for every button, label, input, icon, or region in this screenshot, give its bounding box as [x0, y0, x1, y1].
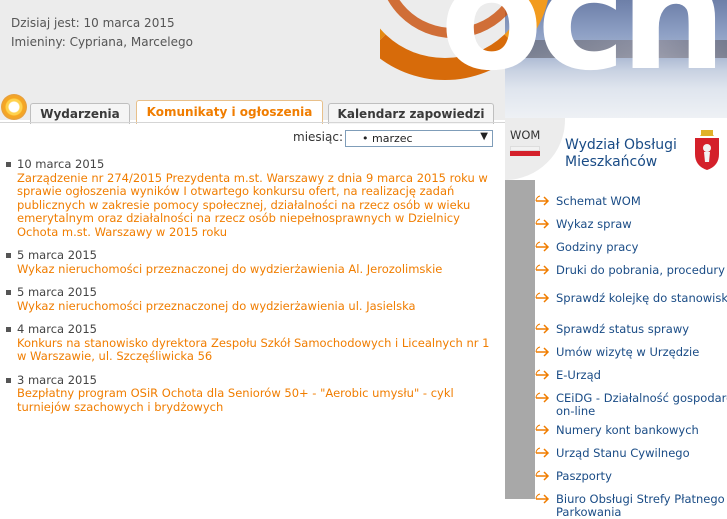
- banner-logo-text: och: [440, 0, 727, 104]
- sidebar-menu-item[interactable]: Sprawdź kolejkę do stanowisk: [535, 292, 727, 305]
- sidebar-menu-label: Numery kont bankowych: [556, 423, 699, 437]
- sidebar-menu-item[interactable]: Godziny pracy: [535, 241, 727, 254]
- sidebar-menu-label: Sprawdź status sprawy: [556, 322, 690, 336]
- sidebar-menu-item[interactable]: Paszporty: [535, 470, 727, 483]
- sidebar-menu-item[interactable]: Numery kont bankowych: [535, 424, 727, 437]
- news-list: 10 marca 2015 Zarządzenie nr 274/2015 Pr…: [5, 157, 497, 424]
- arrow-right-icon: [535, 195, 550, 206]
- news-link[interactable]: Wykaz nieruchomości przeznaczonej do wyd…: [17, 262, 497, 277]
- tab-label: Wydarzenia: [40, 107, 120, 121]
- sidebar-menu-item[interactable]: CEiDG - Działalność gospodarcza on-line: [535, 392, 727, 418]
- arrow-right-icon: [535, 369, 550, 380]
- news-date: 4 marca 2015: [17, 322, 97, 336]
- sidebar-menu-item[interactable]: Urząd Stanu Cywilnego: [535, 447, 727, 460]
- news-item: 5 marca 2015 Wykaz nieruchomości przezna…: [5, 248, 497, 277]
- sidebar-menu-label: Biuro Obsługi Strefy Płatnego Parkowania: [556, 492, 725, 519]
- name-day: Imieniny: Cypriana, Marcelego: [11, 35, 193, 49]
- news-link[interactable]: Konkurs na stanowisko dyrektora Zespołu …: [17, 336, 497, 364]
- news-item: 5 marca 2015 Wykaz nieruchomości przezna…: [5, 285, 497, 314]
- arrow-right-icon: [535, 241, 550, 252]
- arrow-right-icon: [535, 470, 550, 481]
- arrow-right-icon: [535, 493, 550, 504]
- sidebar-menu-label: Umów wizytę w Urzędzie: [556, 345, 700, 359]
- bullet-icon: [6, 377, 11, 383]
- sidebar-title-line1: Wydział Obsługi: [565, 137, 677, 153]
- tab-label: Kalendarz zapowiedzi: [337, 107, 485, 121]
- today-date: Dzisiaj jest: 10 marca 2015: [11, 16, 175, 30]
- tab-wydarzenia[interactable]: Wydarzenia: [30, 103, 130, 124]
- bullet-icon: [6, 162, 11, 167]
- sidebar-menu-item[interactable]: E-Urząd: [535, 369, 727, 382]
- sidebar-menu-label: E-Urząd: [556, 368, 601, 382]
- arrow-right-icon: [535, 218, 550, 229]
- sidebar-menu-label: Schemat WOM: [556, 194, 641, 208]
- news-date: 10 marca 2015: [17, 157, 105, 171]
- sun-icon: [1, 94, 27, 120]
- sidebar-menu-item[interactable]: Biuro Obsługi Strefy Płatnego Parkowania: [535, 493, 727, 519]
- news-date: 3 marca 2015: [17, 372, 97, 387]
- news-item: 4 marca 2015 Konkurs na stanowisko dyrek…: [5, 322, 497, 364]
- arrow-right-icon: [535, 264, 550, 275]
- news-item: 10 marca 2015 Zarządzenie nr 274/2015 Pr…: [5, 157, 497, 240]
- sidebar-menu-label: Druki do pobrania, procedury: [556, 263, 725, 277]
- flag-stripe-red: [510, 151, 540, 156]
- month-select-value: • marzec: [362, 132, 413, 145]
- tab-kalendarz[interactable]: Kalendarz zapowiedzi: [328, 103, 494, 124]
- month-label: miesiąc:: [293, 130, 343, 144]
- sidebar-menu-label: Wykaz spraw: [556, 217, 632, 231]
- sidebar-menu-item[interactable]: Sprawdź status sprawy: [535, 323, 727, 336]
- news-date: 5 marca 2015: [17, 248, 97, 262]
- sidebar-title[interactable]: Wydział Obsługi Mieszkańców: [565, 137, 677, 171]
- sidebar-menu-item[interactable]: Umów wizytę w Urzędzie: [535, 346, 727, 359]
- dropdown-arrow-icon: ▼: [480, 131, 488, 142]
- news-item: 3 marca 2015 Bezpłatny program OSiR Ocho…: [5, 372, 497, 415]
- wom-label: WOM: [510, 128, 541, 142]
- arrow-right-icon: [535, 447, 550, 458]
- arrow-right-icon: [535, 424, 550, 435]
- arrow-right-icon: [535, 323, 550, 334]
- warsaw-flag-icon: [510, 146, 540, 156]
- arrow-right-icon: [535, 346, 550, 357]
- date-info: Dzisiaj jest: 10 marca 2015 Imieniny: Cy…: [11, 14, 193, 52]
- sidebar-title-line2: Mieszkańców: [565, 154, 658, 170]
- header-banner: och: [380, 0, 727, 118]
- news-date: 5 marca 2015: [17, 285, 97, 299]
- sidebar-menu-label: Sprawdź kolejkę do stanowisk: [556, 291, 727, 305]
- sidebar-menu-item[interactable]: Schemat WOM: [535, 195, 727, 208]
- tab-label: Komunikaty i ogłoszenia: [146, 105, 313, 119]
- news-link[interactable]: Zarządzenie nr 274/2015 Prezydenta m.st.…: [17, 171, 497, 240]
- sidebar-menu-item[interactable]: Wykaz spraw: [535, 218, 727, 231]
- arrow-right-icon: [535, 292, 550, 303]
- bullet-icon: [6, 290, 11, 295]
- bullet-icon: [6, 253, 11, 258]
- sidebar-menu-item[interactable]: Druki do pobrania, procedury: [535, 264, 727, 277]
- sidebar-menu-label: CEiDG - Działalność gospodarcza on-line: [556, 391, 727, 418]
- tab-divider: [0, 122, 505, 123]
- month-select[interactable]: • marzec ▼: [345, 130, 493, 147]
- news-link[interactable]: Bezpłatny program OSiR Ochota dla Senior…: [17, 386, 497, 414]
- bullet-icon: [6, 327, 11, 332]
- news-link[interactable]: Wykaz nieruchomości przeznaczonej do wyd…: [17, 299, 497, 314]
- warsaw-crest-icon: [695, 130, 719, 170]
- sidebar-menu-label: Urząd Stanu Cywilnego: [556, 446, 690, 460]
- tab-komunikaty[interactable]: Komunikaty i ogłoszenia: [136, 100, 323, 124]
- arrow-right-icon: [535, 392, 550, 403]
- sidebar-menu-label: Godziny pracy: [556, 240, 639, 254]
- sidebar-menu-label: Paszporty: [556, 469, 612, 483]
